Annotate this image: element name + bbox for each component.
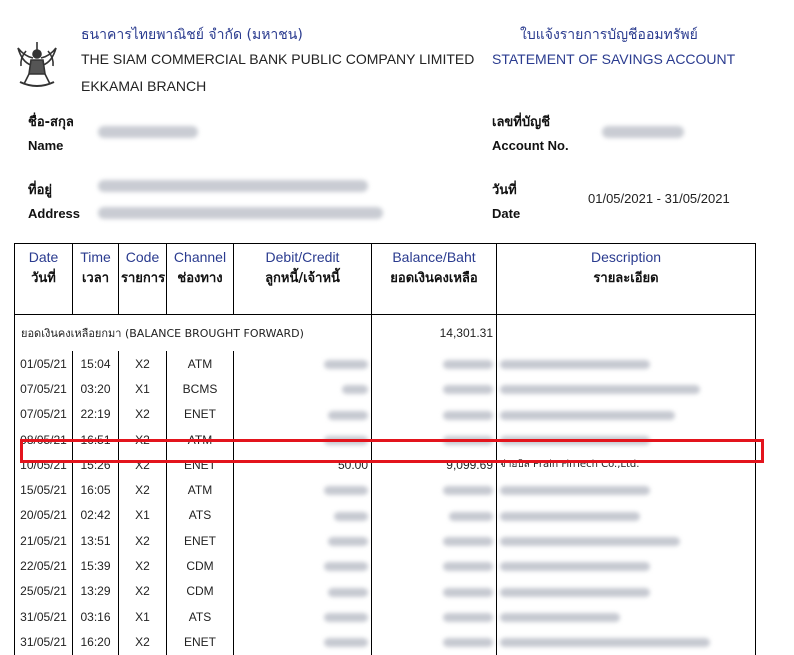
redacted-balance xyxy=(371,376,497,402)
account-label-en: Account No. xyxy=(492,138,569,153)
brought-forward-row: ยอดเงินคงเหลือยกมา (BALANCE BROUGHT FORW… xyxy=(14,314,756,351)
col-header-channel: Channel ช่องทาง xyxy=(166,243,234,315)
table-header-row: Date วันที่ Time เวลา Code รายการ Channel ช่… xyxy=(14,243,756,315)
redacted-description xyxy=(496,553,756,579)
col-header-debit-credit: Debit/Credit ลูกหนี้/เจ้าหนี้ xyxy=(233,243,372,315)
redacted-account-number xyxy=(602,126,684,138)
name-label-en: Name xyxy=(28,138,64,153)
redacted-amount xyxy=(233,603,372,630)
date-label-th: วันที่ xyxy=(492,183,517,198)
col-header-code: Code รายการ xyxy=(118,243,167,315)
table-row: 15/05/21 16:05 X2 ATM xyxy=(14,477,756,503)
branch-name: EKKAMAI BRANCH xyxy=(81,78,207,94)
redacted-amount xyxy=(233,553,372,579)
col-header-time: Time เวลา xyxy=(72,243,119,315)
redacted-balance xyxy=(371,553,497,579)
redacted-balance xyxy=(371,477,497,503)
redacted-balance xyxy=(371,528,497,554)
brought-forward-label: ยอดเงินคงเหลือยกมา (BALANCE BROUGHT FORW… xyxy=(14,314,372,351)
redacted-amount xyxy=(233,528,372,554)
redacted-description xyxy=(496,426,756,453)
table-row: 20/05/21 02:42 X1 ATS xyxy=(14,502,756,529)
table-row: 31/05/21 03:16 X1 ATS xyxy=(14,603,756,630)
redacted-description xyxy=(496,528,756,554)
redacted-description xyxy=(496,376,756,402)
redacted-description xyxy=(496,502,756,529)
redacted-amount xyxy=(233,376,372,402)
brought-forward-balance: 14,301.31 xyxy=(371,314,497,351)
table-row: 08/05/21 16:51 X2 ATM xyxy=(14,426,756,453)
redacted-description xyxy=(496,351,756,377)
table-row: 21/05/21 13:51 X2 ENET xyxy=(14,528,756,554)
col-header-balance: Balance/Baht ยอดเงินคงเหลือ xyxy=(371,243,497,315)
table-row: 22/05/21 15:39 X2 CDM xyxy=(14,553,756,579)
transaction-balance: 9,099.69 xyxy=(371,452,497,478)
redacted-amount xyxy=(233,502,372,529)
redacted-amount xyxy=(233,351,372,377)
redacted-amount xyxy=(233,629,372,655)
account-label-th: เลขที่บัญชี xyxy=(492,115,551,130)
name-label-th: ชื่อ-สกุล xyxy=(28,115,74,130)
transaction-description: จ่ายบิล Prain FinTech Co.,Ltd. xyxy=(496,452,756,478)
highlighted-transaction-row: 10/05/21 15:26 X2 ENET 50.00 9,099.69 จ่… xyxy=(14,452,756,478)
statement-title-en: STATEMENT OF SAVINGS ACCOUNT xyxy=(492,51,736,67)
redacted-description xyxy=(496,629,756,655)
table-row: 25/05/21 13:29 X2 CDM xyxy=(14,578,756,604)
redacted-balance xyxy=(371,629,497,655)
transaction-amount: 50.00 xyxy=(233,452,372,478)
redacted-address-line1 xyxy=(98,180,368,192)
bank-name-th: ธนาคารไทยพาณิชย์ จำกัด (มหาชน) xyxy=(81,27,303,43)
col-header-date: Date วันที่ xyxy=(14,243,73,315)
table-row: 01/05/21 15:04 X2 ATM xyxy=(14,351,756,377)
redacted-address-line2 xyxy=(98,207,383,219)
redacted-balance xyxy=(371,603,497,630)
redacted-amount xyxy=(233,578,372,604)
col-header-description: Description รายละเอียด xyxy=(496,243,756,315)
redacted-balance xyxy=(371,578,497,604)
statement-title-th: ใบแจ้งรายการบัญชีออมทรัพย์ xyxy=(520,27,698,43)
redacted-balance xyxy=(371,401,497,427)
transactions-table: Date วันที่ Time เวลา Code รายการ Channel ช่… xyxy=(14,243,756,655)
table-row: 07/05/21 22:19 X2 ENET xyxy=(14,401,756,427)
redacted-balance xyxy=(371,502,497,529)
redacted-amount xyxy=(233,477,372,503)
table-row: 07/05/21 03:20 X1 BCMS xyxy=(14,376,756,402)
redacted-balance xyxy=(371,426,497,453)
table-row: 31/05/21 16:20 X2 ENET xyxy=(14,629,756,655)
address-label-en: Address xyxy=(28,206,81,221)
address-label-th: ที่อยู่ xyxy=(28,183,52,198)
redacted-amount xyxy=(233,401,372,427)
redacted-description xyxy=(496,578,756,604)
redacted-amount xyxy=(233,426,372,453)
redacted-description xyxy=(496,401,756,427)
statement-period: 01/05/2021 - 31/05/2021 xyxy=(588,191,730,206)
redacted-description xyxy=(496,477,756,503)
redacted-description xyxy=(496,603,756,630)
redacted-name xyxy=(98,126,198,138)
bank-name-en: THE SIAM COMMERCIAL BANK PUBLIC COMPANY … xyxy=(81,51,475,67)
date-label-en: Date xyxy=(492,206,521,221)
redacted-balance xyxy=(371,351,497,377)
garuda-emblem-icon xyxy=(14,38,60,90)
